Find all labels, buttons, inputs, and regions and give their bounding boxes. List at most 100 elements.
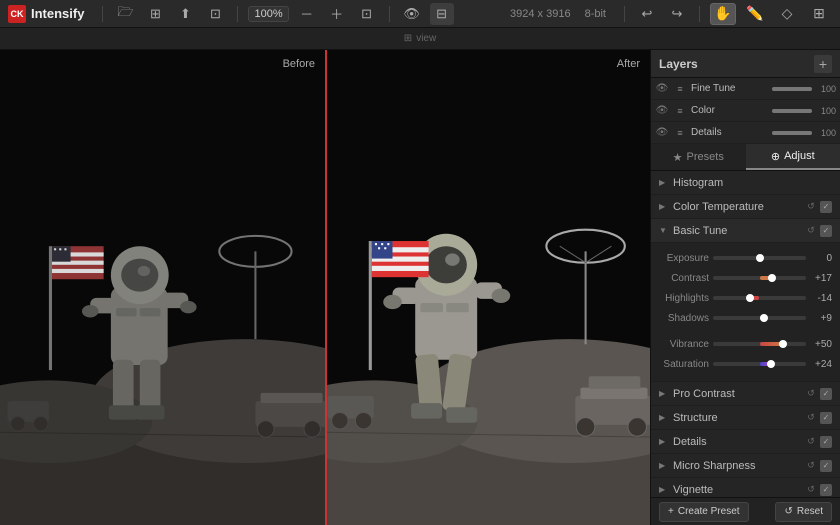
section-title-details: Details — [673, 436, 800, 448]
tune-row-exposure: Exposure 0 — [659, 249, 832, 267]
tune-slider-contrast[interactable] — [713, 276, 806, 280]
add-icon: + — [668, 506, 674, 517]
tune-value-contrast: +17 — [810, 273, 832, 284]
reset-icon-details[interactable]: ↺ — [804, 435, 818, 449]
layer-row-details[interactable]: 👁 ≡ Details 100 — [651, 122, 840, 144]
section-basic-tune[interactable]: ▼ Basic Tune ↺ ✓ — [651, 219, 840, 243]
layer-slider-details[interactable] — [772, 131, 812, 135]
reset-icon-microsharp[interactable]: ↺ — [804, 459, 818, 473]
before-after-container: Before — [0, 50, 650, 525]
tune-row-shadows: Shadows +9 — [659, 309, 832, 327]
chevron-icon-basictune: ▼ — [659, 226, 669, 235]
reset-icon-colortemp[interactable]: ↺ — [804, 200, 818, 214]
section-icons-microsharp: ↺ ✓ — [804, 459, 832, 473]
enable-checkbox-colortemp[interactable]: ✓ — [820, 201, 832, 213]
section-icons-procontrast: ↺ ✓ — [804, 387, 832, 401]
app-logo: CK Intensify — [8, 5, 84, 23]
adjust-panel: ▶ Histogram ▶ Color Temperature ↺ ✓ ▼ Ba… — [651, 171, 840, 497]
tune-row-saturation: Saturation +24 — [659, 355, 832, 373]
grid-tool-button[interactable]: ⊞ — [806, 3, 832, 25]
redo-button[interactable]: ↪ — [665, 3, 689, 25]
zoom-level: 100% — [248, 6, 288, 22]
adjust-icon: ⊕ — [771, 150, 780, 163]
create-preset-button[interactable]: + Create Preset — [659, 502, 749, 522]
enable-checkbox-procontrast[interactable]: ✓ — [820, 388, 832, 400]
layer-name-finetune: Fine Tune — [691, 83, 768, 94]
enable-checkbox-vignette[interactable]: ✓ — [820, 484, 832, 496]
tune-slider-highlights[interactable] — [713, 296, 806, 300]
section-title-vignette: Vignette — [673, 484, 800, 496]
section-vignette[interactable]: ▶ Vignette ↺ ✓ — [651, 478, 840, 497]
tune-label-contrast: Contrast — [659, 273, 709, 284]
reset-icon-procontrast[interactable]: ↺ — [804, 387, 818, 401]
eye-button[interactable]: 👁 — [400, 3, 424, 25]
reset-icon: ↺ — [784, 506, 792, 517]
section-color-temperature[interactable]: ▶ Color Temperature ↺ ✓ — [651, 195, 840, 219]
tune-slider-saturation[interactable] — [713, 362, 806, 366]
compare-button[interactable]: ⊟ — [430, 3, 454, 25]
after-image — [325, 50, 650, 525]
section-pro-contrast[interactable]: ▶ Pro Contrast ↺ ✓ — [651, 382, 840, 406]
layer-row-finetune[interactable]: 👁 ≡ Fine Tune 100 — [651, 78, 840, 100]
bit-depth: 8-bit — [585, 8, 606, 20]
enable-checkbox-details[interactable]: ✓ — [820, 436, 832, 448]
layer-icon-details: ≡ — [673, 126, 687, 140]
enable-checkbox-structure[interactable]: ✓ — [820, 412, 832, 424]
layer-row-color[interactable]: 👁 ≡ Color 100 — [651, 100, 840, 122]
reset-icon-basictune[interactable]: ↺ — [804, 224, 818, 238]
toolbar-separator-3 — [389, 6, 390, 22]
section-icons-structure: ↺ ✓ — [804, 411, 832, 425]
grid-view-button[interactable]: ⊞ — [143, 3, 167, 25]
tune-label-highlights: Highlights — [659, 293, 709, 304]
hand-tool-button[interactable]: ✋ — [710, 3, 736, 25]
enable-checkbox-basictune[interactable]: ✓ — [820, 225, 832, 237]
pen-tool-button[interactable]: ✏️ — [742, 3, 768, 25]
add-layer-button[interactable]: + — [814, 55, 832, 73]
layer-icon-color: ≡ — [673, 104, 687, 118]
reset-icon-structure[interactable]: ↺ — [804, 411, 818, 425]
chevron-icon-microsharp: ▶ — [659, 461, 669, 470]
section-micro-sharpness[interactable]: ▶ Micro Sharpness ↺ ✓ — [651, 454, 840, 478]
layer-eye-finetune[interactable]: 👁 — [655, 82, 669, 96]
layer-eye-details[interactable]: 👁 — [655, 126, 669, 140]
tune-slider-exposure[interactable] — [713, 256, 806, 260]
tune-slider-vibrance[interactable] — [713, 342, 806, 346]
open-folder-button[interactable]: 🗁 — [113, 3, 137, 25]
undo-button[interactable]: ↩ — [635, 3, 659, 25]
layers-title: Layers — [659, 57, 814, 71]
tune-value-highlights: -14 — [810, 293, 832, 304]
section-histogram[interactable]: ▶ Histogram — [651, 171, 840, 195]
tab-presets[interactable]: ★ Presets — [651, 144, 746, 170]
layer-slider-finetune[interactable] — [772, 87, 812, 91]
reset-icon-vignette[interactable]: ↺ — [804, 483, 818, 497]
eraser-tool-button[interactable]: ◇ — [774, 3, 800, 25]
section-details[interactable]: ▶ Details ↺ ✓ — [651, 430, 840, 454]
enable-checkbox-microsharp[interactable]: ✓ — [820, 460, 832, 472]
grid-icon: ⊞ — [404, 33, 412, 44]
zoom-out-button[interactable]: － — [295, 3, 319, 25]
share-button[interactable]: ⬆ — [173, 3, 197, 25]
main-toolbar: CK Intensify 🗁 ⊞ ⬆ ⊡ 100% － ＋ ⊡ 👁 ⊟ 3924… — [0, 0, 840, 28]
section-title-colortemp: Color Temperature — [673, 201, 800, 213]
tune-slider-shadows[interactable] — [713, 316, 806, 320]
layer-slider-color[interactable] — [772, 109, 812, 113]
layer-eye-color[interactable]: 👁 — [655, 104, 669, 118]
toolbar-separator-2 — [237, 6, 238, 22]
tune-value-saturation: +24 — [810, 359, 832, 370]
main-content: Before — [0, 50, 840, 525]
layer-value-details: 100 — [816, 128, 836, 138]
reset-button[interactable]: ↺ Reset — [775, 502, 832, 522]
tune-value-shadows: +9 — [810, 313, 832, 324]
section-title-structure: Structure — [673, 412, 800, 424]
layer-name-details: Details — [691, 127, 768, 138]
tune-row-highlights: Highlights -14 — [659, 289, 832, 307]
crop-button[interactable]: ⊡ — [203, 3, 227, 25]
toolbar-separator-4 — [624, 6, 625, 22]
section-structure[interactable]: ▶ Structure ↺ ✓ — [651, 406, 840, 430]
chevron-icon-procontrast: ▶ — [659, 389, 669, 398]
zoom-in-button[interactable]: ＋ — [325, 3, 349, 25]
tab-adjust[interactable]: ⊕ Adjust — [746, 144, 840, 170]
section-icons-basictune: ↺ ✓ — [804, 224, 832, 238]
before-image-half: Before — [0, 50, 325, 525]
fit-view-button[interactable]: ⊡ — [355, 3, 379, 25]
